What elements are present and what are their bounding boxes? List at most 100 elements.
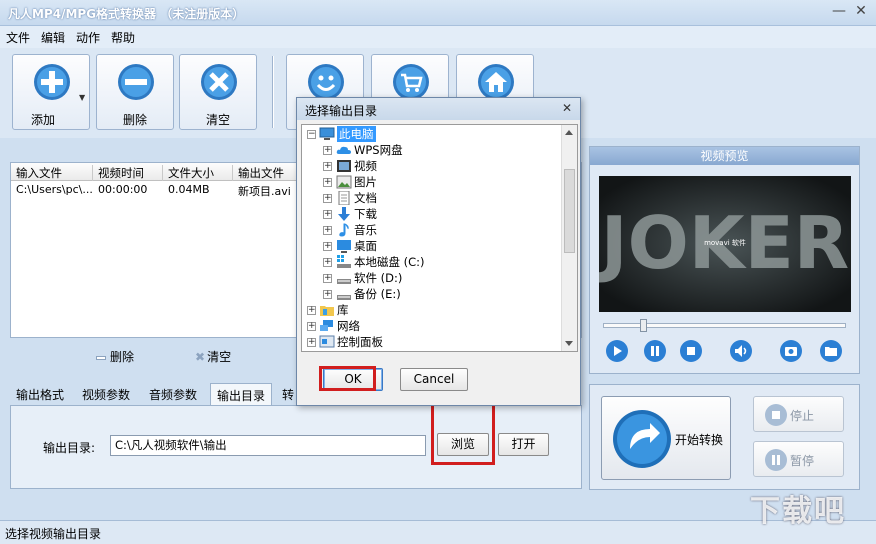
tree-node-network[interactable]: + 网络 [302, 318, 562, 334]
tab-video-params[interactable]: 视频参数 [76, 383, 136, 405]
pause-button[interactable]: 暂停 [753, 441, 844, 477]
scroll-up-icon[interactable] [565, 130, 573, 135]
expand-icon[interactable]: + [323, 178, 332, 187]
expand-icon[interactable]: + [323, 226, 332, 235]
home-icon [478, 64, 514, 100]
video-caption: movavi 软件 [704, 238, 746, 247]
title-bar: 凡人MP4/MPG格式转换器 （未注册版本） — ✕ [0, 0, 876, 26]
dialog-title: 选择输出目录 [305, 104, 378, 118]
smiley-icon [308, 64, 344, 100]
menu-help[interactable]: 帮助 [105, 26, 140, 46]
start-convert-label: 开始转换 [675, 433, 724, 447]
video-preview-panel: 视频预览 JOKER movavi 软件 [589, 146, 860, 374]
expand-icon[interactable]: + [323, 162, 332, 171]
pause-icon[interactable] [643, 339, 667, 363]
clear-button[interactable]: 清空 [179, 54, 257, 130]
drive-d-icon [337, 279, 351, 284]
menu-action[interactable]: 动作 [70, 26, 105, 46]
tree-node-wps[interactable]: + WPS网盘 [302, 142, 562, 158]
expand-icon[interactable]: + [323, 274, 332, 283]
list-delete-link[interactable]: 删除 [96, 348, 134, 365]
output-dir-input[interactable]: C:\凡人视频软件\输出 [110, 435, 426, 456]
expand-icon[interactable]: + [323, 242, 332, 251]
tab-audio-params[interactable]: 音频参数 [143, 383, 203, 405]
tree-node-this-pc[interactable]: − 此电脑 [302, 126, 562, 142]
col-duration[interactable]: 视频时间 [93, 165, 163, 181]
expand-icon[interactable]: + [323, 194, 332, 203]
tree-label: 桌面 [354, 239, 377, 253]
tree-node-library[interactable]: + 库 [302, 302, 562, 318]
volume-icon[interactable] [729, 339, 753, 363]
tree-node-music[interactable]: + 音乐 [302, 222, 562, 238]
control-panel-icon [319, 335, 335, 348]
select-output-dir-dialog: 选择输出目录 ✕ − 此电脑 + WPS网盘 + 视频 + 图片 + 文档 + … [296, 97, 581, 406]
list-clear-label: 清空 [207, 350, 232, 364]
tree-label: 库 [337, 303, 349, 317]
preview-title: 视频预览 [590, 147, 859, 165]
minus-icon [96, 355, 106, 360]
dialog-titlebar: 选择输出目录 ✕ [297, 98, 580, 120]
col-input-file[interactable]: 输入文件 [11, 165, 93, 181]
tree-node-drive-e[interactable]: + 备份 (E:) [302, 286, 562, 302]
start-convert-button[interactable]: 开始转换 [601, 396, 731, 480]
expand-icon[interactable]: + [307, 338, 316, 347]
computer-icon [319, 127, 335, 140]
tree-node-downloads[interactable]: + 下载 [302, 206, 562, 222]
menu-edit[interactable]: 编辑 [35, 26, 70, 46]
delete-label: 删除 [122, 113, 147, 127]
cancel-button[interactable]: Cancel [400, 368, 468, 391]
camera-icon[interactable] [779, 339, 803, 363]
tree-label: WPS网盘 [354, 143, 403, 157]
folder-tree[interactable]: − 此电脑 + WPS网盘 + 视频 + 图片 + 文档 + 下载 + 音乐 +… [301, 124, 578, 352]
video-frame: JOKER movavi 软件 [599, 176, 851, 312]
expand-icon[interactable]: + [307, 306, 316, 315]
tree-label: 此电脑 [337, 126, 376, 142]
play-icon[interactable] [605, 339, 629, 363]
delete-button[interactable]: 删除 [96, 54, 174, 130]
menu-file[interactable]: 文件 [0, 26, 35, 46]
collapse-icon[interactable]: − [307, 130, 316, 139]
tree-node-pictures[interactable]: + 图片 [302, 174, 562, 190]
col-size[interactable]: 文件大小 [163, 165, 233, 181]
drive-e-icon [337, 295, 351, 300]
expand-icon[interactable]: + [307, 322, 316, 331]
tree-node-documents[interactable]: + 文档 [302, 190, 562, 206]
tree-label: 软件 (D:) [354, 271, 403, 285]
tree-label: 音乐 [354, 223, 377, 237]
close-button[interactable]: ✕ [852, 3, 870, 21]
tab-output-dir[interactable]: 输出目录 [210, 383, 273, 405]
minus-circle-icon [118, 64, 154, 100]
expand-icon[interactable]: + [323, 146, 332, 155]
scroll-thumb[interactable] [564, 169, 575, 253]
stop-icon[interactable] [679, 339, 703, 363]
minimize-button[interactable]: — [830, 3, 848, 21]
tree-node-control-panel[interactable]: + 控制面板 [302, 334, 562, 350]
stop-button[interactable]: 停止 [753, 396, 844, 432]
tree-label: 文档 [354, 191, 377, 205]
tree-node-desktop[interactable]: + 桌面 [302, 238, 562, 254]
add-label: 添加 [30, 113, 55, 127]
tree-node-videos[interactable]: + 视频 [302, 158, 562, 174]
tree-node-drive-c[interactable]: + 本地磁盘 (C:) [302, 254, 562, 270]
tab-output-format[interactable]: 输出格式 [10, 383, 70, 405]
documents-icon [338, 191, 350, 205]
expand-icon[interactable]: + [323, 210, 332, 219]
tree-label: 本地磁盘 (C:) [354, 255, 425, 269]
dropdown-arrow-icon[interactable]: ▼ [79, 93, 85, 102]
add-button[interactable]: 添加 ▼ [12, 54, 90, 130]
pause-circle-icon [765, 449, 787, 471]
open-button[interactable]: 打开 [498, 433, 549, 456]
seek-slider[interactable] [603, 319, 846, 332]
list-clear-link[interactable]: ✖ 清空 [195, 348, 231, 365]
expand-icon[interactable]: + [323, 258, 332, 267]
convert-panel: 开始转换 停止 暂停 [589, 384, 860, 490]
row-duration: 00:00:00 [98, 183, 148, 196]
expand-icon[interactable]: + [323, 290, 332, 299]
scroll-down-icon[interactable] [565, 341, 573, 346]
tree-node-drive-d[interactable]: + 软件 (D:) [302, 270, 562, 286]
folder-icon[interactable] [819, 339, 843, 363]
dialog-close-button[interactable]: ✕ [560, 102, 574, 116]
tree-scrollbar[interactable] [561, 125, 577, 351]
seek-thumb[interactable] [640, 319, 647, 332]
output-dir-label: 输出目录: [43, 441, 96, 455]
